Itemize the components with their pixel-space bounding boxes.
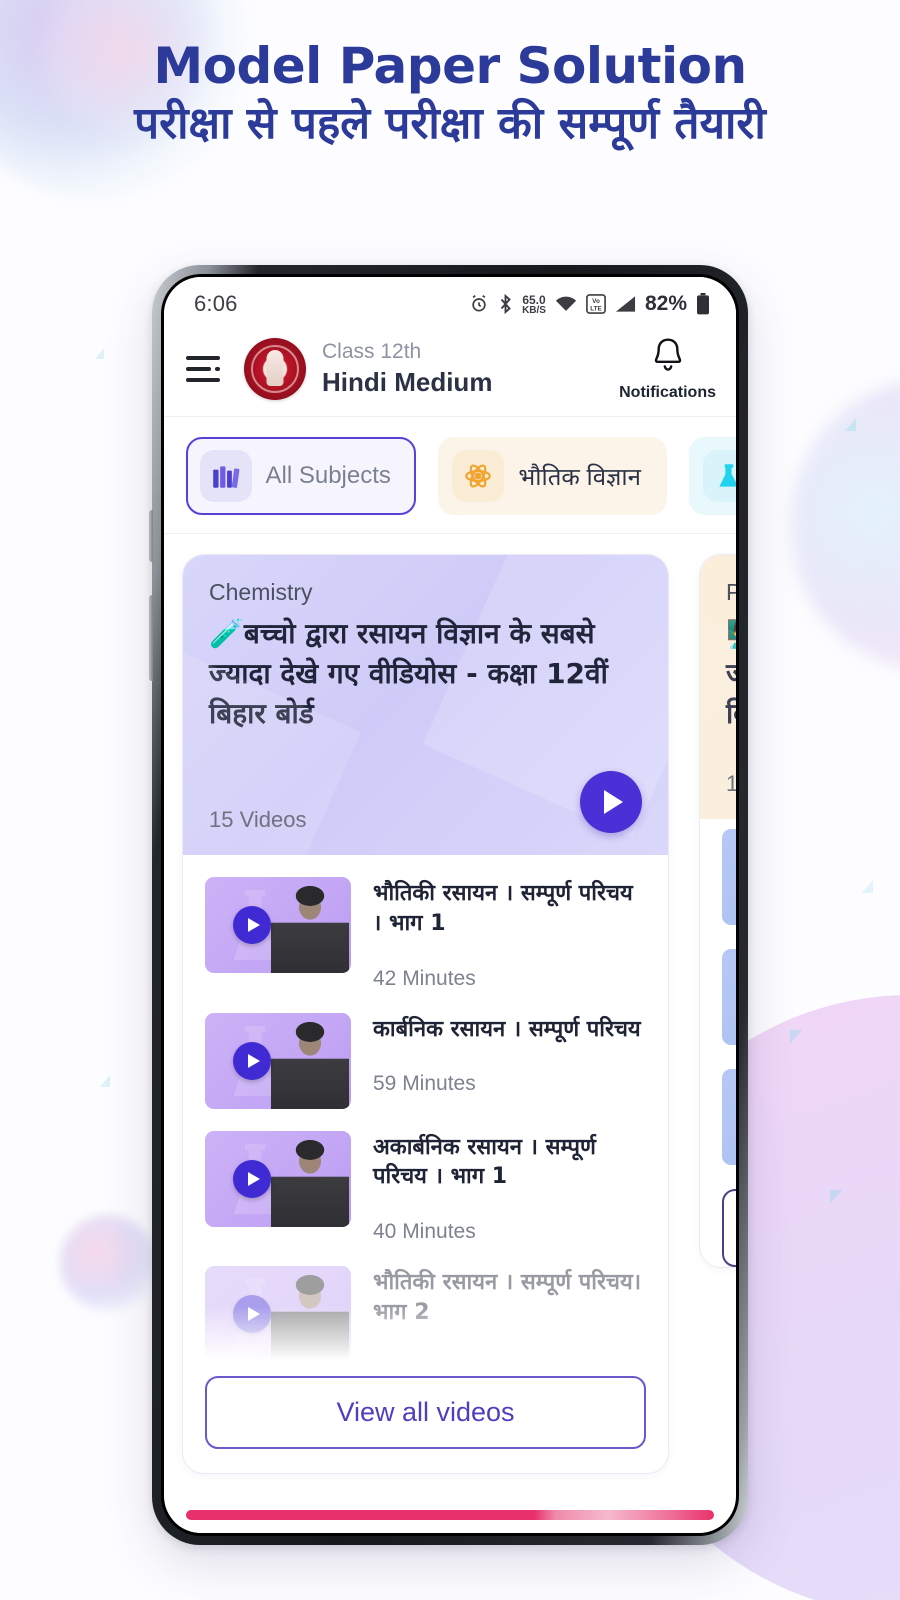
bluetooth-icon xyxy=(498,294,513,314)
phone-volume-button xyxy=(149,510,153,562)
physics-video-list xyxy=(700,819,736,1268)
video-list: भौतिकी रसायन । सम्पूर्ण परिचय । भाग 1 42… xyxy=(183,855,668,1372)
video-list-item[interactable]: कार्बनिक रसायन । सम्पूर्ण परिचय 59 Minut… xyxy=(205,1001,646,1119)
view-all-videos-button[interactable] xyxy=(722,1189,736,1268)
promo-headline: Model Paper Solution परीक्षा से पहले परी… xyxy=(0,40,900,149)
notifications-label: Notifications xyxy=(619,384,716,401)
decor-triangle-1 xyxy=(845,418,856,431)
board-crest-logo xyxy=(244,337,306,400)
bottom-navigation[interactable]: Home Paid Batches xyxy=(164,1520,736,1533)
phone-mockup: 6:06 65.0 KB/S Vo LTE 82% Class 12th Hin… xyxy=(149,265,748,1545)
header-class-label: Class 12th xyxy=(322,339,422,363)
card-emoji: 👨‍🏫 xyxy=(726,617,736,650)
video-play-icon[interactable] xyxy=(233,1295,271,1333)
bell-icon xyxy=(648,338,688,381)
video-thumbnail xyxy=(205,1012,351,1109)
decor-blob-bottom-left xyxy=(60,1215,156,1311)
alarm-icon xyxy=(469,294,489,314)
video-list-item[interactable]: भौतिकी रसायन । सम्पूर्ण परिचय। भाग 2 xyxy=(205,1254,646,1372)
course-card-physics[interactable]: Ph 👨‍🏫 ज्य बि 15 xyxy=(699,554,736,1269)
notifications-button[interactable]: Notifications xyxy=(619,335,718,402)
decor-triangle-5 xyxy=(100,1075,110,1087)
promo-progress-strip xyxy=(186,1510,714,1520)
header-medium-label: Hindi Medium xyxy=(322,366,493,397)
volte-icon: Vo LTE xyxy=(586,294,606,314)
card-emoji: 🧪 xyxy=(209,617,244,650)
instructor-photo xyxy=(271,1014,349,1109)
atom-icon xyxy=(452,450,505,502)
video-play-icon[interactable] xyxy=(233,1041,271,1080)
card-subject-label: Chemistry xyxy=(209,579,313,605)
phone-screen: 6:06 65.0 KB/S Vo LTE 82% Class 12th Hin… xyxy=(164,277,736,1533)
chip-chemistry[interactable] xyxy=(688,437,736,515)
video-play-icon[interactable] xyxy=(233,906,271,945)
svg-text:LTE: LTE xyxy=(590,305,602,312)
video-duration: 42 Minutes xyxy=(373,966,476,990)
promo-screenshot: Model Paper Solution परीक्षा से पहले परी… xyxy=(0,0,900,1600)
chip-label-all-subjects: All Subjects xyxy=(265,462,391,489)
video-thumbnail[interactable] xyxy=(722,949,736,1046)
video-title: अकार्बनिक रसायन । सम्पूर्ण परिचय । भाग 1 xyxy=(373,1134,596,1190)
network-speed-unit: KB/S xyxy=(522,304,546,316)
video-list-item[interactable]: अकार्बनिक रसायन । सम्पूर्ण परिचय । भाग 1… xyxy=(205,1119,646,1254)
instructor-photo xyxy=(271,879,349,974)
card-video-count: 15 xyxy=(726,771,736,797)
card-title: 👨‍🏫 ज्य बि xyxy=(726,614,736,733)
video-thumbnail[interactable] xyxy=(722,829,736,926)
video-thumbnail xyxy=(205,1266,351,1362)
subject-filter-chips[interactable]: All Subjects भौतिक विज्ञान xyxy=(164,417,736,534)
app-header: Class 12th Hindi Medium Notifications xyxy=(164,331,736,417)
course-carousel[interactable]: Chemistry 🧪बच्चो द्वारा रसायन विज्ञान के… xyxy=(164,534,736,1474)
wifi-icon xyxy=(555,295,577,313)
decor-triangle-4 xyxy=(830,1190,842,1204)
flask-icon xyxy=(702,450,736,502)
video-thumbnail xyxy=(205,1130,351,1227)
svg-text:Vo: Vo xyxy=(592,298,600,305)
card-hero-chemistry: Chemistry 🧪बच्चो द्वारा रसायन विज्ञान के… xyxy=(183,555,668,856)
decor-triangle-6 xyxy=(862,880,873,893)
battery-icon xyxy=(696,293,710,315)
card-title: 🧪बच्चो द्वारा रसायन विज्ञान के सबसे ज्या… xyxy=(209,614,642,733)
video-title: कार्बनिक रसायन । सम्पूर्ण परिचय xyxy=(373,1016,641,1042)
card-title-text: बच्चो द्वारा रसायन विज्ञान के सबसे ज्याद… xyxy=(209,617,608,730)
decor-blob-right xyxy=(790,380,900,670)
hamburger-menu-icon[interactable] xyxy=(186,355,226,382)
video-thumbnail xyxy=(205,877,351,974)
status-bar: 6:06 65.0 KB/S Vo LTE 82% xyxy=(164,277,736,331)
chip-label-physics: भौतिक विज्ञान xyxy=(518,463,641,491)
play-icon[interactable] xyxy=(580,771,642,834)
card-subject-label: Ph xyxy=(726,579,736,606)
chip-all-subjects[interactable]: All Subjects xyxy=(186,437,417,515)
card-title-line-1: ज्य xyxy=(726,657,736,690)
view-all-videos-button[interactable]: View all videos xyxy=(205,1376,646,1449)
card-title-line-2: बि xyxy=(726,697,736,730)
signal-icon xyxy=(615,295,636,313)
card-video-count: 15 Videos xyxy=(209,807,307,833)
video-play-icon[interactable] xyxy=(233,1159,271,1198)
headline-english: Model Paper Solution xyxy=(153,37,747,95)
instructor-photo xyxy=(271,1268,349,1362)
video-duration: 59 Minutes xyxy=(373,1072,476,1096)
status-time: 6:06 xyxy=(194,291,238,316)
video-list-item[interactable]: भौतिकी रसायन । सम्पूर्ण परिचय । भाग 1 42… xyxy=(205,865,646,1000)
headline-hindi: परीक्षा से पहले परीक्षा की सम्पूर्ण तैया… xyxy=(134,97,766,149)
video-thumbnail[interactable] xyxy=(722,1069,736,1166)
card-hero-physics: Ph 👨‍🏫 ज्य बि 15 xyxy=(700,555,736,820)
video-title: भौतिकी रसायन । सम्पूर्ण परिचय । भाग 1 xyxy=(373,881,633,936)
network-speed-indicator: 65.0 KB/S xyxy=(522,294,546,316)
books-icon xyxy=(199,450,252,502)
chip-physics[interactable]: भौतिक विज्ञान xyxy=(438,437,667,515)
video-title: भौतिकी रसायन । सम्पूर्ण परिचय। भाग 2 xyxy=(373,1270,642,1325)
phone-power-button xyxy=(149,595,153,681)
decor-triangle-3 xyxy=(790,1030,802,1044)
battery-percent: 82% xyxy=(644,292,687,315)
video-duration: 40 Minutes xyxy=(373,1220,476,1243)
instructor-photo xyxy=(271,1132,349,1227)
decor-triangle-2 xyxy=(95,348,104,359)
course-card-chemistry[interactable]: Chemistry 🧪बच्चो द्वारा रसायन विज्ञान के… xyxy=(182,554,669,1474)
